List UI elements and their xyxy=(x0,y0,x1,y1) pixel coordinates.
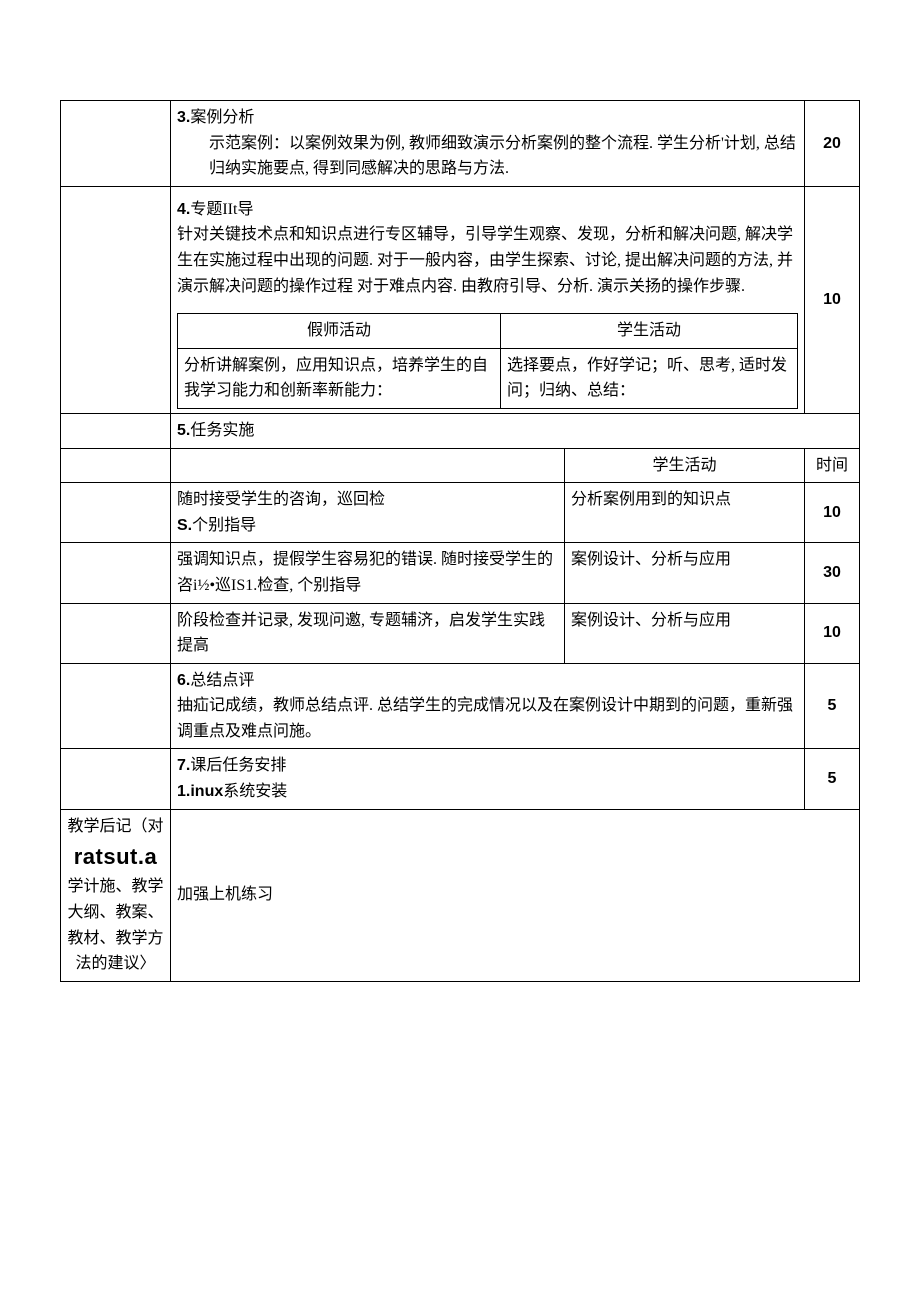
content-cell: 7.课后任务安排 1.inux系统安装 xyxy=(171,749,805,809)
table-row: 学生活动 时间 xyxy=(61,448,860,483)
time-value: 10 xyxy=(823,291,841,308)
footer-big: ratsut.a xyxy=(74,844,157,869)
task-header-time: 时间 xyxy=(805,448,860,483)
footer-left-cell: 教学后记（对 ratsut.a 学计施、教学大纲、教案、教材、教学方法的建议〉 xyxy=(61,809,171,981)
content-cell: 3.案例分析 示范案例：以案例效果为例, 教师细致演示分析案例的整个流程. 学生… xyxy=(171,101,805,187)
task-header-right: 学生活动 xyxy=(564,448,804,483)
main-table: 3.案例分析 示范案例：以案例效果为例, 教师细致演示分析案例的整个流程. 学生… xyxy=(60,100,860,982)
time-value: 20 xyxy=(823,135,841,152)
item-number: 7. xyxy=(177,757,190,774)
sub-bold: 1.inux xyxy=(177,783,223,800)
time-cell: 10 xyxy=(805,186,860,413)
time-cell: 5 xyxy=(805,663,860,749)
footer-text-1: 教学后记（对 xyxy=(67,818,163,835)
item-title: 案例分析 xyxy=(190,109,254,126)
item-title: 课后任务安排 xyxy=(190,757,286,774)
time-value: 5 xyxy=(828,697,837,714)
left-empty-cell xyxy=(61,603,171,663)
task-right-cell: 案例设计、分析与应用 xyxy=(564,603,804,663)
content-cell: 4.专题IIt导 针对关键技术点和知识点进行专区辅导，引导学生观察、发现，分析和… xyxy=(171,186,805,413)
inner-activity-table: 假师活动 学生活动 分析讲解案例，应用知识点，培养学生的自我学习能力和创新率新能… xyxy=(177,313,798,409)
left-empty-cell xyxy=(61,663,171,749)
item-title: 专题IIt导 xyxy=(190,201,253,218)
item-number: 6. xyxy=(177,672,190,689)
item-number: 4. xyxy=(177,201,190,218)
task-bold: S. xyxy=(177,517,192,534)
time-value: 30 xyxy=(823,564,841,581)
item-body: 抽疝记成绩，教师总结点评. 总结学生的完成情况以及在案例设计中期到的问题，重新强… xyxy=(177,697,793,740)
time-cell: 5 xyxy=(805,749,860,809)
item-body: 针对关键技术点和知识点进行专区辅导，引导学生观察、发现，分析和解决问题, 解决学… xyxy=(177,226,793,294)
left-empty-cell xyxy=(61,749,171,809)
table-row: 6.总结点评 抽疝记成绩，教师总结点评. 总结学生的完成情况以及在案例设计中期到… xyxy=(61,663,860,749)
item-number: 3. xyxy=(177,109,190,126)
footer-text-2: 学计施、教学大纲、教案、教材、教学方法的建议〉 xyxy=(67,878,163,972)
task-left-cell: 强调知识点，提假学生容易犯的错误. 随时接受学生的咨i½•巡IS1.检查, 个别… xyxy=(171,543,565,603)
time-cell: 20 xyxy=(805,101,860,187)
table-row: 强调知识点，提假学生容易犯的错误. 随时接受学生的咨i½•巡IS1.检查, 个别… xyxy=(61,543,860,603)
time-value: 5 xyxy=(828,770,837,787)
sub-rest: 系统安装 xyxy=(223,783,287,800)
inner-cell-right: 选择要点，作好学记；听、思考, 适时发问；归纳、总结： xyxy=(501,348,798,408)
left-empty-cell xyxy=(61,448,171,483)
table-row: 4.专题IIt导 针对关键技术点和知识点进行专区辅导，引导学生观察、发现，分析和… xyxy=(61,186,860,413)
item-title: 总结点评 xyxy=(190,672,254,689)
inner-header-left: 假师活动 xyxy=(178,314,501,349)
left-empty-cell xyxy=(61,101,171,187)
table-row: 3.案例分析 示范案例：以案例效果为例, 教师细致演示分析案例的整个流程. 学生… xyxy=(61,101,860,187)
left-empty-cell xyxy=(61,543,171,603)
task-right-cell: 案例设计、分析与应用 xyxy=(564,543,804,603)
content-cell: 6.总结点评 抽疝记成绩，教师总结点评. 总结学生的完成情况以及在案例设计中期到… xyxy=(171,663,805,749)
item-body: 示范案例：以案例效果为例, 教师细致演示分析案例的整个流程. 学生分析'计划, … xyxy=(177,131,798,182)
task-header-left-empty xyxy=(171,448,565,483)
task-right-cell: 分析案例用到的知识点 xyxy=(564,483,804,543)
table-row: 教学后记（对 ratsut.a 学计施、教学大纲、教案、教材、教学方法的建议〉 … xyxy=(61,809,860,981)
item-title: 任务实施 xyxy=(190,422,254,439)
task-text-a: 随时接受学生的咨询，巡回检 xyxy=(177,491,385,508)
task-text-b: 个别指导 xyxy=(192,517,256,534)
table-row: 7.课后任务安排 1.inux系统安装 5 xyxy=(61,749,860,809)
left-empty-cell xyxy=(61,413,171,448)
time-cell: 30 xyxy=(805,543,860,603)
content-cell: 5.任务实施 xyxy=(171,413,860,448)
document-page: 3.案例分析 示范案例：以案例效果为例, 教师细致演示分析案例的整个流程. 学生… xyxy=(0,0,920,1042)
table-row: 阶段检查并记录, 发现问邀, 专题辅济，启发学生实践提高 案例设计、分析与应用 … xyxy=(61,603,860,663)
table-row: 5.任务实施 xyxy=(61,413,860,448)
time-cell: 10 xyxy=(805,603,860,663)
footer-right-cell: 加强上机练习 xyxy=(171,809,860,981)
inner-header-right: 学生活动 xyxy=(501,314,798,349)
time-value: 10 xyxy=(823,504,841,521)
task-left-cell: 阶段检查并记录, 发现问邀, 专题辅济，启发学生实践提高 xyxy=(171,603,565,663)
time-value: 10 xyxy=(823,624,841,641)
table-row: 分析讲解案例，应用知识点，培养学生的自我学习能力和创新率新能力： 选择要点，作好… xyxy=(178,348,798,408)
item-number: 5. xyxy=(177,422,190,439)
task-left-cell: 随时接受学生的咨询，巡回检 S.个别指导 xyxy=(171,483,565,543)
left-empty-cell xyxy=(61,186,171,413)
left-empty-cell xyxy=(61,483,171,543)
table-row: 假师活动 学生活动 xyxy=(178,314,798,349)
table-row: 随时接受学生的咨询，巡回检 S.个别指导 分析案例用到的知识点 10 xyxy=(61,483,860,543)
inner-cell-left: 分析讲解案例，应用知识点，培养学生的自我学习能力和创新率新能力： xyxy=(178,348,501,408)
time-cell: 10 xyxy=(805,483,860,543)
